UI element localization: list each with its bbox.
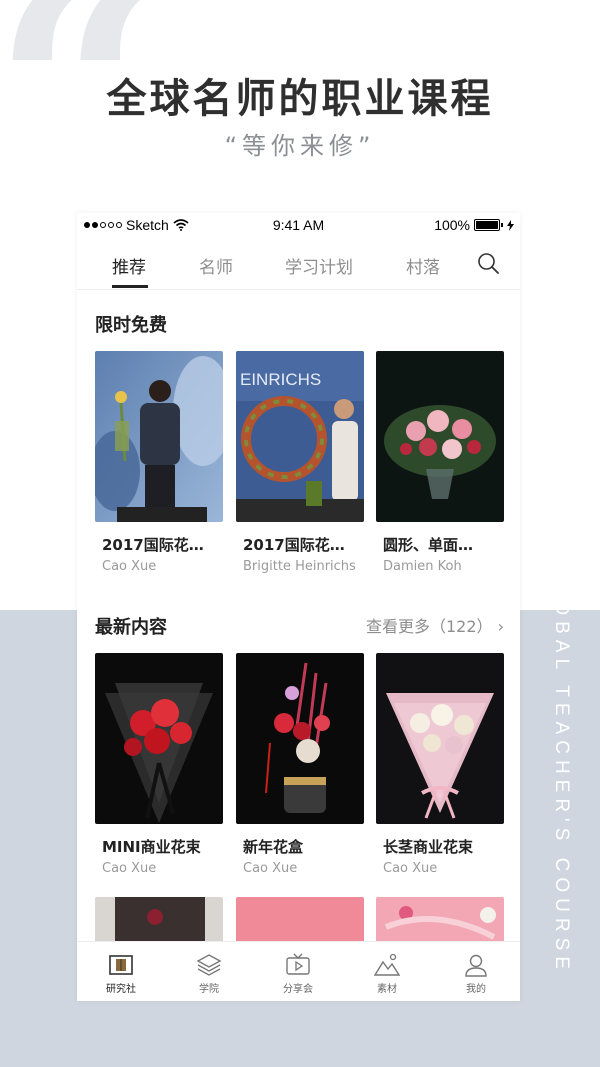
nav-label: 学院 xyxy=(199,984,219,995)
nav-item-profile[interactable]: 我的 xyxy=(441,952,511,995)
charging-icon xyxy=(507,219,514,231)
course-card[interactable]: 2017国际花… Cao Xue xyxy=(95,351,223,574)
book-icon xyxy=(109,955,133,975)
battery-icon xyxy=(474,219,500,231)
course-title: 新年花盒 xyxy=(243,838,304,856)
user-icon xyxy=(465,954,487,977)
section-title-free: 限时免费 xyxy=(95,315,167,336)
course-card-partial[interactable] xyxy=(95,897,223,947)
status-battery: 100% xyxy=(434,217,514,233)
battery-percent: 100% xyxy=(434,217,470,233)
top-tab-bar: 推荐 名师 学习计划 村落 xyxy=(77,245,520,290)
nav-label: 研究社 xyxy=(106,984,136,995)
layers-icon xyxy=(196,954,222,976)
tab-recommend[interactable]: 推荐 xyxy=(112,253,146,278)
chevron-right-icon: › xyxy=(497,617,504,636)
bottom-nav: 研究社 学院 分享会 素材 我的 xyxy=(77,941,520,1001)
see-more-label: 查看更多（122） xyxy=(365,617,493,636)
course-author: Brigitte Heinrichs xyxy=(243,559,356,574)
tab-teachers[interactable]: 名师 xyxy=(199,253,233,278)
course-title: 2017国际花… xyxy=(243,536,345,554)
nav-label: 我的 xyxy=(466,984,486,995)
course-card[interactable]: EINRICHS 2017国际花… Brigitte Heinrichs xyxy=(236,351,364,574)
promo-headline: 全球名师的职业课程 xyxy=(106,76,494,122)
course-title: 长茎商业花束 xyxy=(383,838,474,856)
video-icon xyxy=(286,953,310,975)
course-author: Cao Xue xyxy=(102,559,157,574)
course-author: Cao Xue xyxy=(102,861,157,876)
search-icon[interactable] xyxy=(477,252,499,274)
course-card-partial[interactable] xyxy=(376,897,504,947)
course-card[interactable]: 长茎商业花束 Cao Xue xyxy=(376,653,504,876)
nav-item-share[interactable]: 分享会 xyxy=(263,952,333,995)
section-title-latest: 最新内容 xyxy=(95,617,167,638)
mountain-icon xyxy=(374,953,400,976)
course-author: Cao Xue xyxy=(383,861,438,876)
vertical-caption-bar xyxy=(556,535,560,545)
nav-item-materials[interactable]: 素材 xyxy=(352,952,422,995)
tab-study-plan[interactable]: 学习计划 xyxy=(285,253,353,278)
nav-item-academy[interactable]: 学院 xyxy=(174,952,244,995)
vertical-caption: GLOBAL TEACHER'S COURSE xyxy=(548,535,572,1005)
nav-item-research[interactable]: 研究社 xyxy=(86,952,156,995)
course-thumbnail xyxy=(95,653,223,824)
course-title: MINI商业花束 xyxy=(102,838,201,856)
course-author: Cao Xue xyxy=(243,861,298,876)
course-card[interactable]: 圆形、单面… Damien Koh xyxy=(376,351,504,574)
course-thumbnail: EINRICHS xyxy=(236,351,364,522)
course-thumbnail xyxy=(376,653,504,824)
thumbnail-banner-text: EINRICHS xyxy=(240,370,321,389)
course-thumbnail xyxy=(95,351,223,522)
course-card[interactable]: MINI商业花束 Cao Xue xyxy=(95,653,223,876)
active-tab-indicator xyxy=(112,285,148,288)
phone-screen: Sketch 9:41 AM 100% 推荐 名师 学习计划 村落 限时免费 2… xyxy=(77,213,520,1001)
course-card[interactable]: 新年花盒 Cao Xue xyxy=(236,653,364,876)
see-more-link[interactable]: 查看更多（122） › xyxy=(366,613,504,637)
status-bar: Sketch 9:41 AM 100% xyxy=(77,213,520,237)
nav-label: 分享会 xyxy=(283,984,313,995)
course-title: 2017国际花… xyxy=(102,536,204,554)
promo-subline: “等你来修” xyxy=(224,132,376,160)
nav-label: 素材 xyxy=(377,984,397,995)
course-thumbnail xyxy=(236,653,364,824)
tab-village[interactable]: 村落 xyxy=(406,253,440,278)
course-title: 圆形、单面… xyxy=(383,536,474,554)
vertical-caption-text: GLOBAL TEACHER'S COURSE xyxy=(551,563,572,975)
course-card-partial[interactable] xyxy=(236,897,364,947)
course-author: Damien Koh xyxy=(383,559,462,574)
course-thumbnail xyxy=(376,351,504,522)
